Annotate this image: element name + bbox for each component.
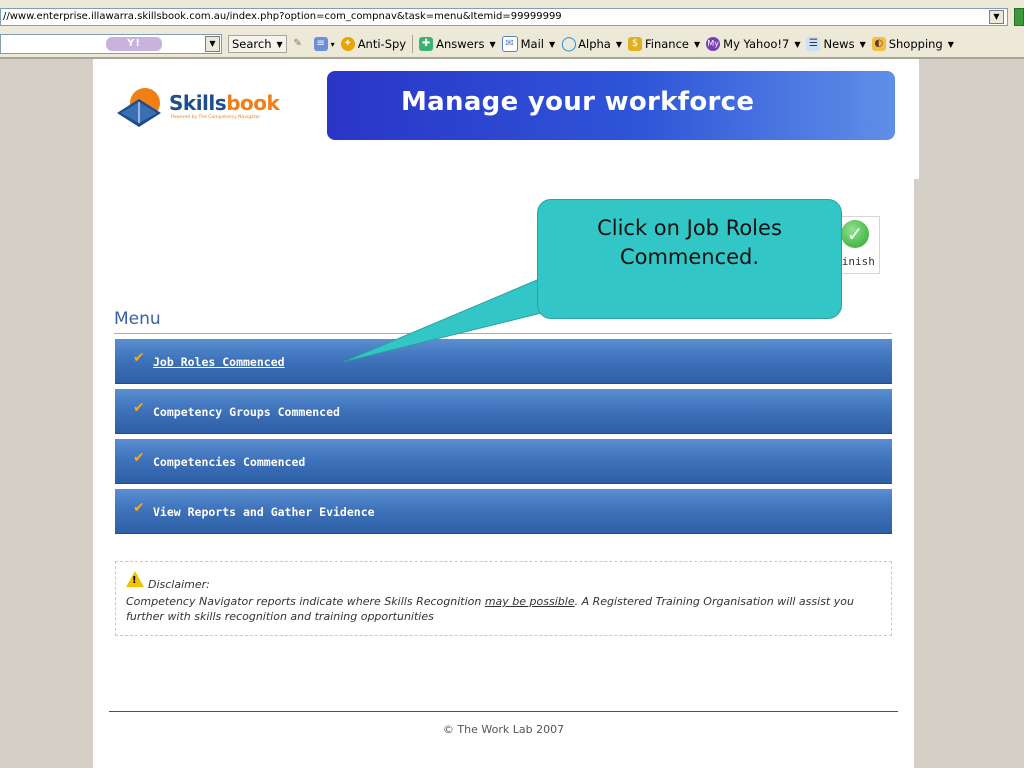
chevron-down-icon[interactable]: ▼ [860, 40, 866, 49]
toolbar-news-button[interactable]: ☰ News ▼ [806, 37, 866, 51]
shopping-icon: ◐ [871, 37, 886, 51]
finance-icon: $ [628, 37, 642, 51]
address-bar: //www.enterprise.illawarra.skillsbook.co… [0, 0, 1024, 32]
header-banner: Manage your workforce [327, 71, 895, 140]
footer-copyright: © The Work Lab 2007 [442, 723, 565, 736]
toolbar-highlight-button[interactable]: ≡ ▾ [313, 37, 335, 51]
banner-title: Manage your workforce [401, 87, 755, 117]
answers-icon: ✚ [419, 37, 434, 51]
menu-item-view-reports[interactable]: ✔ View Reports and Gather Evidence [115, 489, 892, 534]
toolbar-finance-label: Finance [645, 37, 689, 51]
skillsbook-logo[interactable]: Skillsbook Powered by The Competency Nav… [115, 81, 280, 133]
page-edge [914, 59, 919, 179]
warning-mark: ! [132, 575, 137, 586]
chevron-down-icon[interactable]: ▼ [948, 40, 954, 49]
menu-item-job-roles-commenced[interactable]: ✔ Job Roles Commenced [115, 339, 892, 384]
callout-text: Click on Job Roles Commenced. [538, 214, 841, 272]
yahoo-logo: Y! [106, 37, 162, 51]
chevron-down-icon[interactable]: ▼ [694, 40, 700, 49]
menu-item-competencies-commenced[interactable]: ✔ Competencies Commenced [115, 439, 892, 484]
checkmark-icon: ✔ [133, 500, 145, 516]
toolbar-news-label: News [823, 37, 855, 51]
menu-item-competency-groups-commenced[interactable]: ✔ Competency Groups Commenced [115, 389, 892, 434]
disclaimer-title: Disclaimer: [148, 578, 210, 591]
toolbar-shopping-label: Shopping [888, 37, 943, 51]
toolbar-mail-label: Mail [520, 37, 544, 51]
book-icon [117, 88, 161, 127]
chevron-down-icon[interactable]: ▼ [277, 40, 283, 49]
chevron-down-icon[interactable]: ▼ [549, 40, 555, 49]
toolbar-search-input[interactable]: Y! ▼ [0, 34, 222, 54]
menu-heading: Menu [114, 309, 161, 329]
callout-line-2: Commenced. [619, 245, 760, 269]
menu-item-label: View Reports and Gather Evidence [153, 505, 375, 519]
toolbar-answers-button[interactable]: ✚ Answers ▼ [419, 37, 496, 51]
chevron-down-icon[interactable]: ▼ [616, 40, 622, 49]
footer-divider [109, 711, 898, 712]
page-content: Skillsbook Powered by The Competency Nav… [93, 59, 914, 768]
chevron-down-icon[interactable]: ▼ [794, 40, 800, 49]
toolbar-answers-label: Answers [436, 37, 485, 51]
url-dropdown-button[interactable]: ▼ [989, 10, 1004, 24]
toolbar-myyahoo-label: My Yahoo!7 [723, 37, 790, 51]
toolbar-finance-button[interactable]: $ Finance ▼ [628, 37, 700, 51]
toolbar-antispy-button[interactable]: ✦ Anti-Spy [340, 37, 407, 51]
toolbar-separator [412, 35, 414, 53]
disclaimer-text-start: Competency Navigator reports indicate wh… [126, 595, 485, 608]
go-button[interactable] [1014, 8, 1024, 26]
toolbar-search-label: Search [232, 37, 272, 51]
toolbar-alpha-button[interactable]: ◯ Alpha ▼ [561, 37, 622, 51]
toolbar-alpha-label: Alpha [578, 37, 611, 51]
alpha-icon: ◯ [561, 36, 577, 52]
toolbar-mail-button[interactable]: ✉ Mail ▼ [501, 36, 555, 52]
toolbar-antispy-label: Anti-Spy [357, 37, 407, 51]
myyahoo-icon: My [706, 37, 721, 51]
logo-tagline: Powered by The Competency Navigator [171, 115, 261, 120]
disclaimer-box: ! Disclaimer: Competency Navigator repor… [115, 561, 892, 636]
antispy-icon: ✦ [340, 37, 355, 51]
menu-item-label: Competency Groups Commenced [153, 405, 340, 419]
pencil-icon: ✎ [293, 38, 302, 49]
toolbar-pencil-button[interactable]: ✎ [291, 37, 308, 51]
url-input[interactable]: //www.enterprise.illawarra.skillsbook.co… [0, 8, 1008, 26]
mail-icon: ✉ [501, 36, 518, 52]
url-text: //www.enterprise.illawarra.skillsbook.co… [3, 11, 562, 22]
disclaimer-text: Competency Navigator reports indicate wh… [126, 594, 876, 624]
checkmark-icon: ✔ [133, 350, 145, 366]
chevron-down-icon[interactable]: ▼ [489, 40, 495, 49]
toolbar-search-button[interactable]: Search ▼ [228, 35, 287, 53]
menu-divider [114, 333, 892, 334]
checkmark-icon: ✔ [133, 450, 145, 466]
toolbar-shopping-button[interactable]: ◐ Shopping ▼ [871, 37, 954, 51]
logo-wordmark: Skillsbook [169, 91, 280, 115]
tutorial-callout: Click on Job Roles Commenced. [537, 199, 842, 319]
news-icon: ☰ [806, 37, 821, 51]
checkmark-icon: ✔ [133, 400, 145, 416]
chevron-down-icon[interactable]: ▾ [331, 40, 335, 49]
disclaimer-link[interactable]: may be possible [485, 595, 575, 608]
toolbar-myyahoo-button[interactable]: My My Yahoo!7 ▼ [706, 37, 800, 51]
yahoo-toolbar: Y! ▼ Search ▼ ✎ ≡ ▾ ✦ Anti-Spy ✚ Answers… [0, 31, 1024, 59]
callout-line-1: Click on Job Roles [597, 216, 782, 240]
checkmark-icon: ✓ [841, 220, 869, 248]
menu-item-label[interactable]: Job Roles Commenced [153, 355, 285, 369]
highlight-icon: ≡ [313, 37, 328, 51]
menu-item-label: Competencies Commenced [153, 455, 306, 469]
toolbar-search-dropdown[interactable]: ▼ [205, 36, 220, 52]
